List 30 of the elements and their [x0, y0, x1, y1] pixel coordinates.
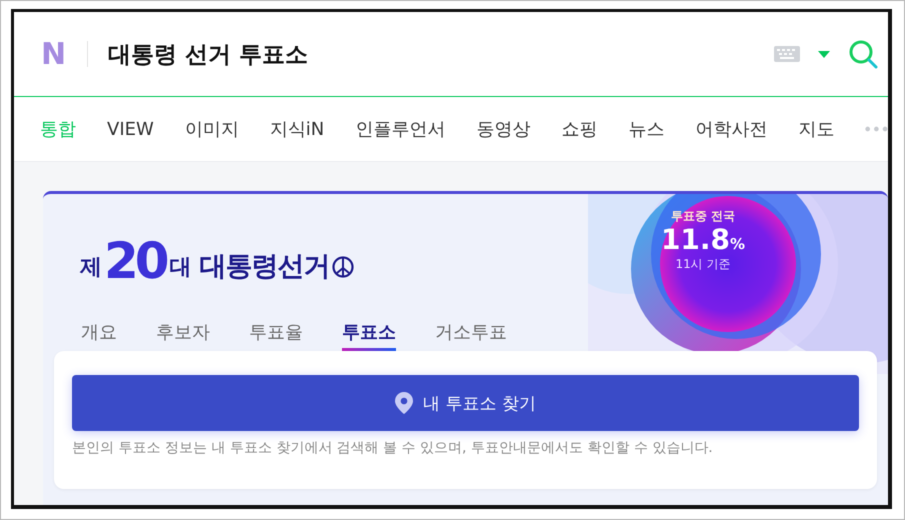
caret-icon[interactable] — [818, 50, 830, 58]
polling-info-text: 본인의 투표소 정보는 내 투표소 찾기에서 검색해 볼 수 있으며, 투표안내문에서도 확인할 수 있습니다. — [72, 439, 714, 457]
more-icon[interactable] — [865, 125, 888, 133]
search-icon[interactable] — [848, 39, 878, 69]
nav-tab[interactable]: 인플루언서 — [355, 117, 446, 141]
nav-tab[interactable]: 뉴스 — [628, 117, 664, 141]
turnout-time: 11시 기준 — [675, 256, 731, 273]
nav-tab[interactable]: 동영상 — [476, 117, 530, 141]
search-query[interactable]: 대통령 선거 투표소 — [108, 38, 308, 70]
nav-tab[interactable]: 어학사전 — [695, 117, 768, 141]
election-tab[interactable]: 투표소 — [342, 320, 396, 351]
election-tab[interactable]: 개요 — [81, 320, 117, 351]
turnout-label: 투표중 전국 — [670, 208, 736, 225]
nav-tab[interactable]: 이미지 — [184, 117, 239, 141]
election-ordinal-suffix: 대 — [170, 254, 192, 282]
election-ordinal: 제 — [80, 254, 102, 282]
election-tab[interactable]: 투표율 — [249, 320, 303, 351]
nav-tab[interactable]: VIEW — [107, 118, 154, 140]
election-tab[interactable]: 후보자 — [156, 320, 210, 351]
keyboard-icon[interactable] — [774, 46, 800, 62]
election-tab[interactable]: 거소투표 — [435, 320, 507, 351]
find-polling-place-button[interactable]: 내 투표소 찾기 — [72, 375, 859, 431]
location-pin-icon — [395, 392, 414, 414]
election-title: 대통령선거 — [200, 250, 330, 284]
percent-unit: % — [730, 235, 746, 253]
turnout-value: 11.8 — [660, 223, 730, 256]
nav-tab[interactable]: 지식iN — [270, 117, 324, 141]
nav-tab[interactable]: 지도 — [798, 117, 834, 141]
election-number: 20 — [104, 236, 166, 286]
nav-tab[interactable]: 쇼핑 — [561, 117, 598, 141]
